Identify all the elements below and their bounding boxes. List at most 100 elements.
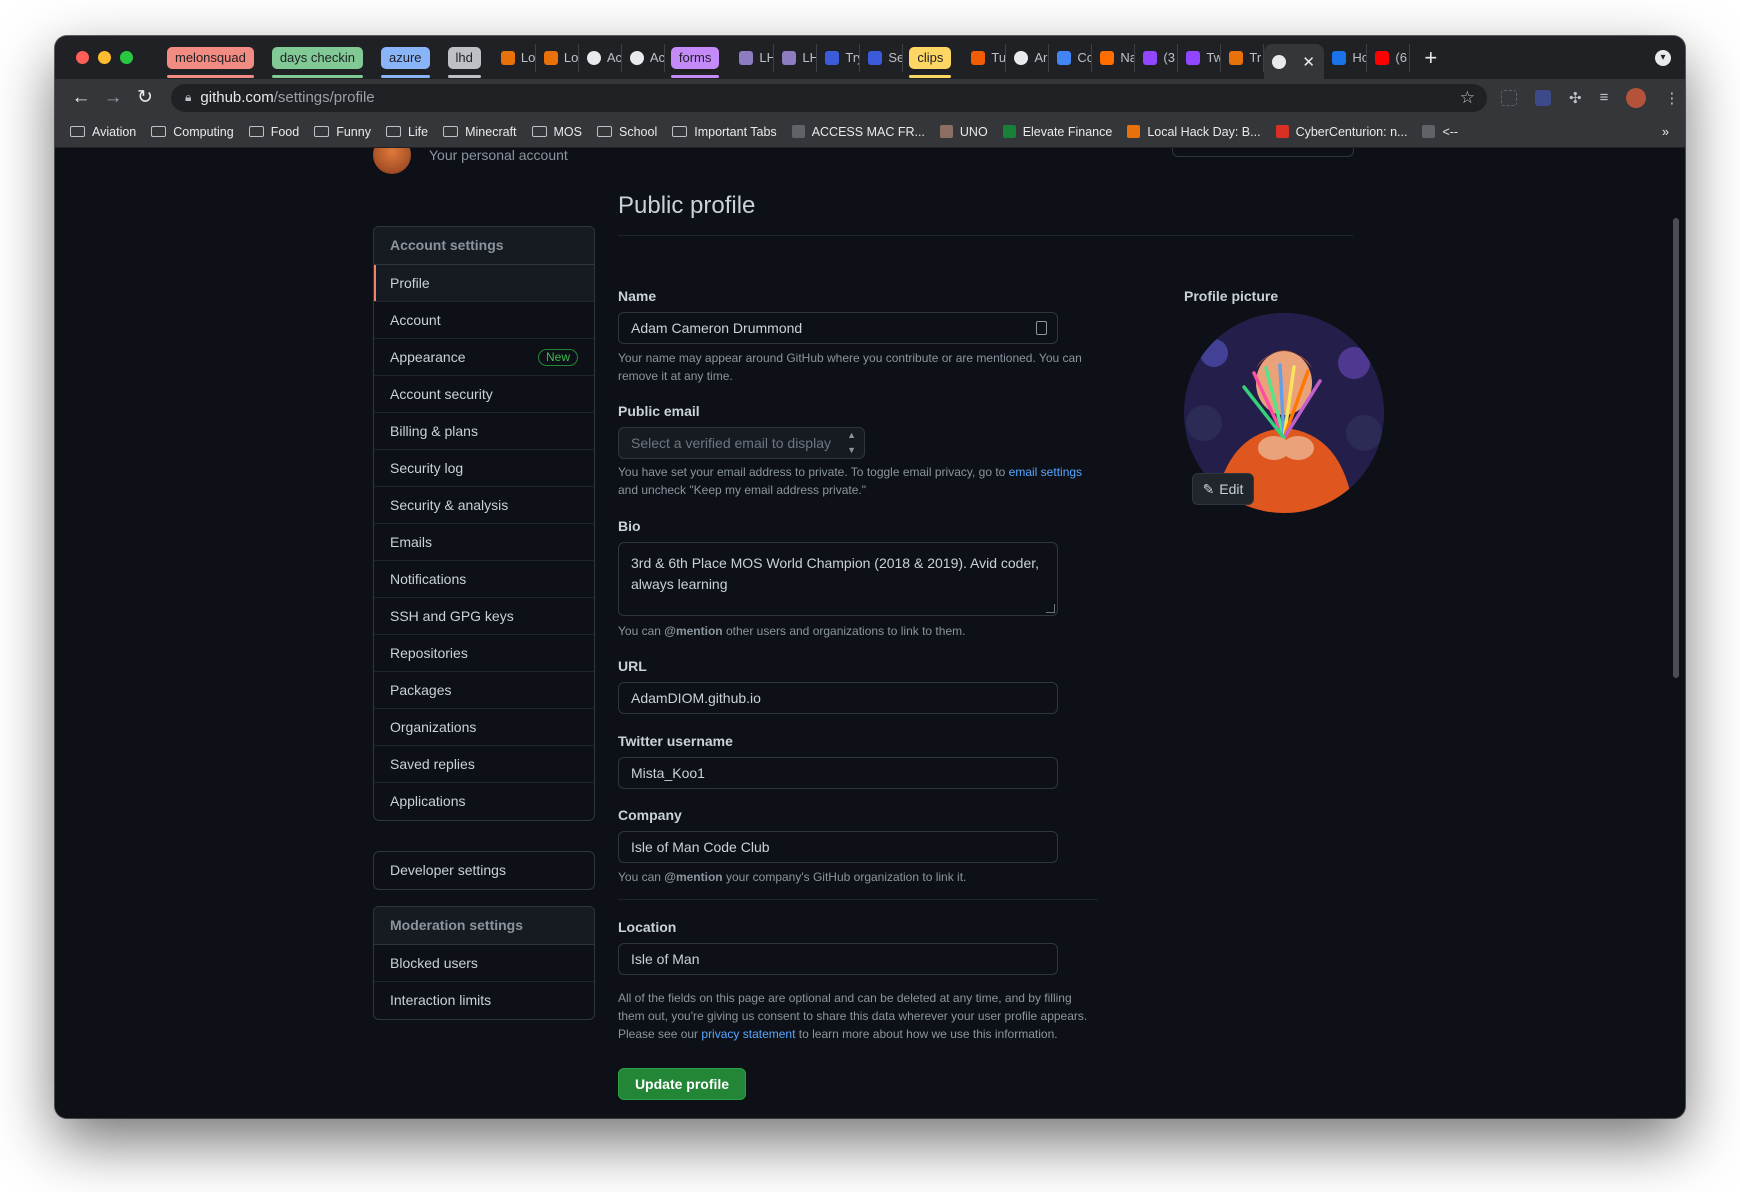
resize-handle-icon[interactable] [1046,604,1055,613]
company-note-text: You can [618,870,665,884]
bookmark-item[interactable]: Food [248,124,300,139]
tab[interactable]: Ac [579,43,622,72]
bookmark-extension-icon[interactable] [1535,89,1551,106]
browser-menu-icon[interactable]: ⋮ [1664,89,1679,107]
site-favicon-icon [1002,125,1016,138]
minimize-window-button[interactable] [98,51,111,64]
public-email-select[interactable]: Select a verified email to display ▲ ▼ [618,427,865,459]
tab[interactable]: Ac [622,43,665,72]
bio-textarea[interactable]: 3rd & 6th Place MOS World Champion (2018… [618,542,1058,616]
tab[interactable]: LH [774,43,818,72]
bookmark-item[interactable]: Local Hack Day: B... [1127,125,1261,139]
sidebar-item-security-log[interactable]: Security log [374,450,594,487]
sidebar-item-emails[interactable]: Emails [374,524,594,561]
screenshot-extension-icon[interactable] [1501,89,1517,106]
bookmark-label: MOS [553,124,582,139]
tab[interactable]: Cc [1049,43,1093,72]
sidebar-item-organizations[interactable]: Organizations [374,709,594,746]
bookmark-item[interactable]: School [597,125,657,139]
new-tab-icon[interactable]: + [1424,45,1437,71]
tab[interactable]: Hc [1324,43,1368,72]
bookmark-item[interactable]: <-- [1422,125,1458,139]
tab[interactable]: Lo [536,43,579,72]
tab[interactable]: Na [1092,43,1136,72]
sidebar-item-label: Security log [390,460,464,476]
reload-icon[interactable]: ↻ [129,86,161,109]
sidebar-item-interaction-limits[interactable]: Interaction limits [374,982,594,1019]
sidebar-item-profile[interactable]: Profile [374,265,594,302]
tab-group-chip[interactable]: melonsquad [167,46,254,78]
name-input[interactable]: Adam Cameron Drummond [618,312,1058,344]
sidebar-item-account[interactable]: Account [374,302,594,339]
tab-group-chip[interactable]: azure [380,46,430,78]
tab[interactable]: Se [860,43,904,72]
edit-picture-button[interactable]: ✎ Edit [1192,473,1254,505]
bookmark-item[interactable]: ACCESS MAC FR... [791,125,925,139]
tab-group-chip[interactable]: lhd [447,46,482,78]
bookmark-item[interactable]: Minecraft [443,125,517,139]
bookmark-item[interactable]: Life [385,125,428,139]
tab-close-icon[interactable]: ✕ [1302,53,1315,71]
tab[interactable]: Tw [1178,43,1222,72]
media-control-icon[interactable]: ≡ [1600,89,1609,106]
sidebar-item-repositories[interactable]: Repositories [374,635,594,672]
bookmark-item[interactable]: Aviation [70,125,136,139]
sidebar-item-blocked-users[interactable]: Blocked users [374,945,594,982]
bookmark-item[interactable]: UNO [939,125,988,139]
sidebar-item-saved-replies[interactable]: Saved replies [374,746,594,783]
update-profile-button[interactable]: Update profile [618,1068,746,1100]
sidebar-item-billing-plans[interactable]: Billing & plans [374,413,594,450]
go-to-profile-button[interactable] [1172,148,1354,157]
twitter-input[interactable]: Mista_Koo1 [618,757,1058,789]
bookmark-label: Food [270,124,300,139]
company-input[interactable]: Isle of Man Code Club [618,831,1058,863]
tab-active[interactable]: ✕ [1264,43,1325,79]
tab-group-chip[interactable]: days checkin [271,46,364,78]
bookmark-item[interactable]: MOS [531,124,582,139]
sidebar-item-developer-settings[interactable]: Developer settings [374,852,594,889]
tab[interactable]: Ar [1006,43,1050,72]
address-bar[interactable]: 🔒︎ github.com/settings/profile ☆ [171,83,1487,112]
bookmark-item[interactable]: Funny [314,125,371,139]
bookmark-label: School [619,124,658,139]
privacy-statement-link[interactable]: privacy statement [701,1027,795,1041]
sidebar-item-account-security[interactable]: Account security [374,376,594,413]
page-scrollbar[interactable] [1673,218,1679,678]
bookmark-item[interactable]: Elevate Finance [1002,125,1112,139]
bookmarks-overflow-icon[interactable]: » [1662,125,1669,139]
forward-icon[interactable]: → [97,87,129,109]
account-avatar[interactable] [373,148,411,174]
sidebar-item-notifications[interactable]: Notifications [374,561,594,598]
tab[interactable]: LH [731,43,775,72]
consent-tail: to learn more about how we use this info… [795,1027,1058,1041]
tab-group-chip[interactable]: clips [909,46,952,78]
tab-search-icon[interactable]: ▾ [1655,49,1671,66]
tab[interactable]: Lo [493,43,536,72]
tab[interactable]: (6 [1367,43,1411,72]
company-label: Company [618,807,682,823]
bookmark-item[interactable]: Important Tabs [672,125,777,139]
email-settings-link[interactable]: email settings [1009,465,1082,479]
tab[interactable]: Tu [963,43,1007,72]
sidebar-item-security-analysis[interactable]: Security & analysis [374,487,594,524]
tab-group-chip[interactable]: forms [670,46,720,78]
tab-title: Se [888,50,904,65]
bookmark-item[interactable]: CyberCenturion: n... [1275,125,1407,139]
sidebar-item-applications[interactable]: Applications [374,783,594,820]
maximize-window-button[interactable] [120,51,133,64]
profile-avatar-icon[interactable] [1626,87,1647,108]
back-icon[interactable]: ← [65,87,97,109]
consent-note: All of the fields on this page are optio… [618,989,1093,1043]
location-input[interactable]: Isle of Man [618,943,1058,975]
url-input[interactable]: AdamDIOM.github.io [618,682,1058,714]
tab[interactable]: Try [817,43,861,72]
sidebar-item-appearance[interactable]: Appearance New [374,339,594,376]
sidebar-item-ssh-and-gpg-keys[interactable]: SSH and GPG keys [374,598,594,635]
bookmark-item[interactable]: Computing [151,125,234,139]
tab[interactable]: (3 [1135,43,1179,72]
bookmark-star-icon[interactable]: ☆ [1460,88,1475,108]
sidebar-item-packages[interactable]: Packages [374,672,594,709]
tab[interactable]: Tr [1221,43,1265,72]
puzzle-extensions-icon[interactable]: ✣ [1569,89,1582,107]
close-window-button[interactable] [76,51,89,64]
